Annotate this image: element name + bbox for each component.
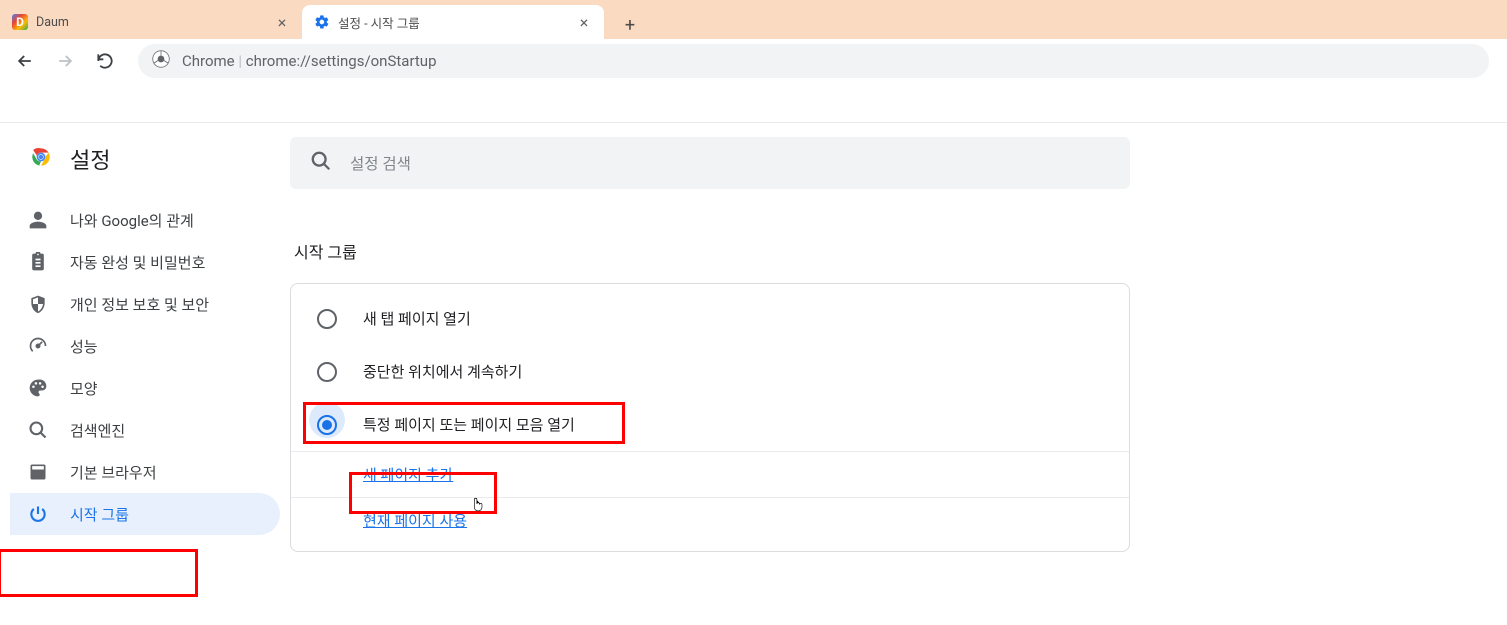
sidebar-item-label: 자동 완성 및 비밀번호 <box>70 252 205 273</box>
search-icon <box>28 420 48 440</box>
chrome-logo-icon <box>28 144 54 174</box>
browser-toolbar: Chrome | chrome://settings/onStartup <box>0 39 1507 83</box>
sidebar-item-privacy[interactable]: 개인 정보 보호 및 보안 <box>10 283 280 325</box>
sidebar-item-performance[interactable]: 성능 <box>10 325 280 367</box>
sidebar-item-on-startup[interactable]: 시작 그룹 <box>10 493 280 535</box>
sidebar-item-default-browser[interactable]: 기본 브라우저 <box>10 451 280 493</box>
option-new-tab[interactable]: 새 탭 페이지 열기 <box>291 292 1129 345</box>
settings-content: 설정 검색 시작 그룹 새 탭 페이지 열기 중단한 위치에서 계속하기 특정 … <box>290 123 1190 582</box>
close-icon[interactable]: × <box>576 14 592 30</box>
sidebar-item-search[interactable]: 검색엔진 <box>10 409 280 451</box>
use-current-row[interactable]: 현재 페이지 사용 <box>291 497 1129 543</box>
browser-tab-settings[interactable]: 설정 - 시작 그룹 × <box>302 5 604 39</box>
back-button[interactable] <box>8 44 42 78</box>
speedometer-icon <box>28 336 48 356</box>
settings-search-input[interactable]: 설정 검색 <box>290 137 1130 189</box>
sidebar-item-appearance[interactable]: 모양 <box>10 367 280 409</box>
sidebar-item-label: 검색엔진 <box>70 420 125 441</box>
forward-button[interactable] <box>48 44 82 78</box>
startup-options-card: 새 탭 페이지 열기 중단한 위치에서 계속하기 특정 페이지 또는 페이지 모… <box>290 283 1130 552</box>
sidebar-item-label: 개인 정보 보호 및 보안 <box>70 294 209 315</box>
tab-title: 설정 - 시작 그룹 <box>338 13 568 32</box>
cursor-icon <box>469 494 487 516</box>
add-page-row[interactable]: 새 페이지 추가 <box>291 451 1129 497</box>
use-current-pages-link[interactable]: 현재 페이지 사용 <box>363 512 467 530</box>
daum-favicon: D <box>12 14 28 30</box>
chrome-page-icon <box>152 50 170 72</box>
radio-focus-halo <box>309 402 345 438</box>
radio-icon <box>317 362 337 382</box>
person-icon <box>28 210 48 230</box>
sidebar-title: 설정 <box>70 143 110 175</box>
sidebar-item-label: 성능 <box>70 336 98 357</box>
new-tab-button[interactable]: + <box>616 11 644 39</box>
radio-label: 새 탭 페이지 열기 <box>363 308 471 329</box>
sidebar-item-people[interactable]: 나와 Google의 관계 <box>10 199 280 241</box>
shield-icon <box>28 294 48 314</box>
close-icon[interactable]: × <box>274 14 290 30</box>
sidebar-item-autofill[interactable]: 자동 완성 및 비밀번호 <box>10 241 280 283</box>
omnibox-url: chrome://settings/onStartup <box>246 52 437 70</box>
browser-window-icon <box>28 462 48 482</box>
section-title: 시작 그룹 <box>294 239 1190 263</box>
address-bar[interactable]: Chrome | chrome://settings/onStartup <box>138 44 1489 78</box>
option-specific-pages[interactable]: 특정 페이지 또는 페이지 모음 열기 <box>291 398 1129 451</box>
omnibox-label: Chrome <box>182 52 235 70</box>
sidebar-item-label: 시작 그룹 <box>70 504 129 525</box>
option-continue[interactable]: 중단한 위치에서 계속하기 <box>291 345 1129 398</box>
gear-icon <box>314 14 330 30</box>
search-icon <box>310 150 332 176</box>
tab-title: Daum <box>36 15 266 30</box>
radio-label: 특정 페이지 또는 페이지 모음 열기 <box>363 414 575 435</box>
radio-icon <box>317 309 337 329</box>
settings-sidebar: 설정 나와 Google의 관계 자동 완성 및 비밀번호 개인 정보 보호 및… <box>0 123 290 582</box>
sidebar-item-label: 기본 브라우저 <box>70 462 157 483</box>
reload-button[interactable] <box>88 44 122 78</box>
sidebar-item-label: 모양 <box>70 378 98 399</box>
tab-strip: D Daum × 설정 - 시작 그룹 × + <box>0 0 1507 39</box>
palette-icon <box>28 378 48 398</box>
highlight-box <box>0 549 198 597</box>
clipboard-icon <box>28 252 48 272</box>
browser-tab-daum[interactable]: D Daum × <box>0 5 302 39</box>
add-new-page-link[interactable]: 새 페이지 추가 <box>363 466 453 484</box>
power-icon <box>28 504 48 524</box>
radio-label: 중단한 위치에서 계속하기 <box>363 361 522 382</box>
sidebar-item-label: 나와 Google의 관계 <box>70 210 194 231</box>
search-placeholder: 설정 검색 <box>350 152 411 174</box>
